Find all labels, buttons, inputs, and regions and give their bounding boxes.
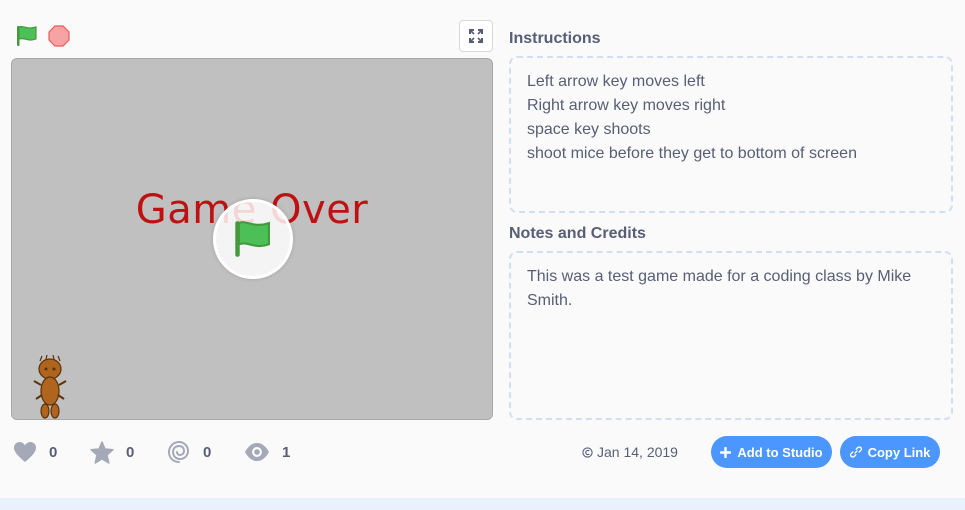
green-flag-icon	[17, 25, 37, 46]
stop-button[interactable]	[48, 25, 70, 47]
plus-icon	[720, 446, 732, 458]
page-bottom-band	[0, 498, 965, 510]
remix-count: 0	[203, 443, 212, 461]
fullscreen-button[interactable]	[459, 20, 493, 52]
instructions-line: Right arrow key moves right	[527, 97, 726, 114]
instructions-box[interactable]: Left arrow key moves left Right arrow ke…	[509, 56, 953, 213]
notes-line: Smith.	[527, 292, 573, 309]
love-stat[interactable]: 0	[13, 440, 57, 464]
green-flag-button[interactable]	[14, 24, 40, 48]
heart-icon	[14, 442, 36, 462]
notes-line: This was a test game made for a coding c…	[527, 268, 912, 285]
add-to-studio-label: Add to Studio	[737, 444, 823, 460]
link-icon	[849, 446, 862, 458]
cat-sprite	[33, 355, 67, 419]
project-stage[interactable]: Game Over	[11, 58, 493, 420]
notes-box[interactable]: This was a test game made for a coding c…	[509, 251, 953, 420]
star-icon	[90, 440, 114, 464]
instructions-heading: Instructions	[509, 30, 601, 47]
copy-link-button[interactable]: Copy Link	[840, 436, 940, 468]
green-flag-icon	[235, 221, 270, 257]
add-to-studio-button[interactable]: Add to Studio	[711, 436, 832, 468]
shared-date-text: Jan 14, 2019	[597, 444, 678, 460]
remix-icon	[167, 440, 190, 463]
love-count: 0	[49, 443, 58, 461]
shared-date: Jan 14, 2019	[582, 444, 678, 460]
remix-stat: 0	[167, 440, 211, 464]
start-overlay-button[interactable]	[213, 199, 293, 279]
stop-icon	[48, 25, 70, 47]
instructions-line: space key shoots	[527, 121, 651, 138]
instructions-line: Left arrow key moves left	[527, 73, 705, 90]
copyright-icon	[582, 446, 593, 458]
eye-icon	[245, 443, 269, 461]
fullscreen-icon	[469, 29, 483, 43]
views-count: 1	[282, 443, 291, 461]
instructions-line: shoot mice before they get to bottom of …	[527, 145, 857, 162]
favorite-count: 0	[126, 443, 135, 461]
copy-link-label: Copy Link	[867, 444, 931, 460]
notes-heading: Notes and Credits	[509, 225, 646, 242]
favorite-stat[interactable]: 0	[90, 440, 134, 464]
views-stat: 1	[244, 440, 290, 464]
